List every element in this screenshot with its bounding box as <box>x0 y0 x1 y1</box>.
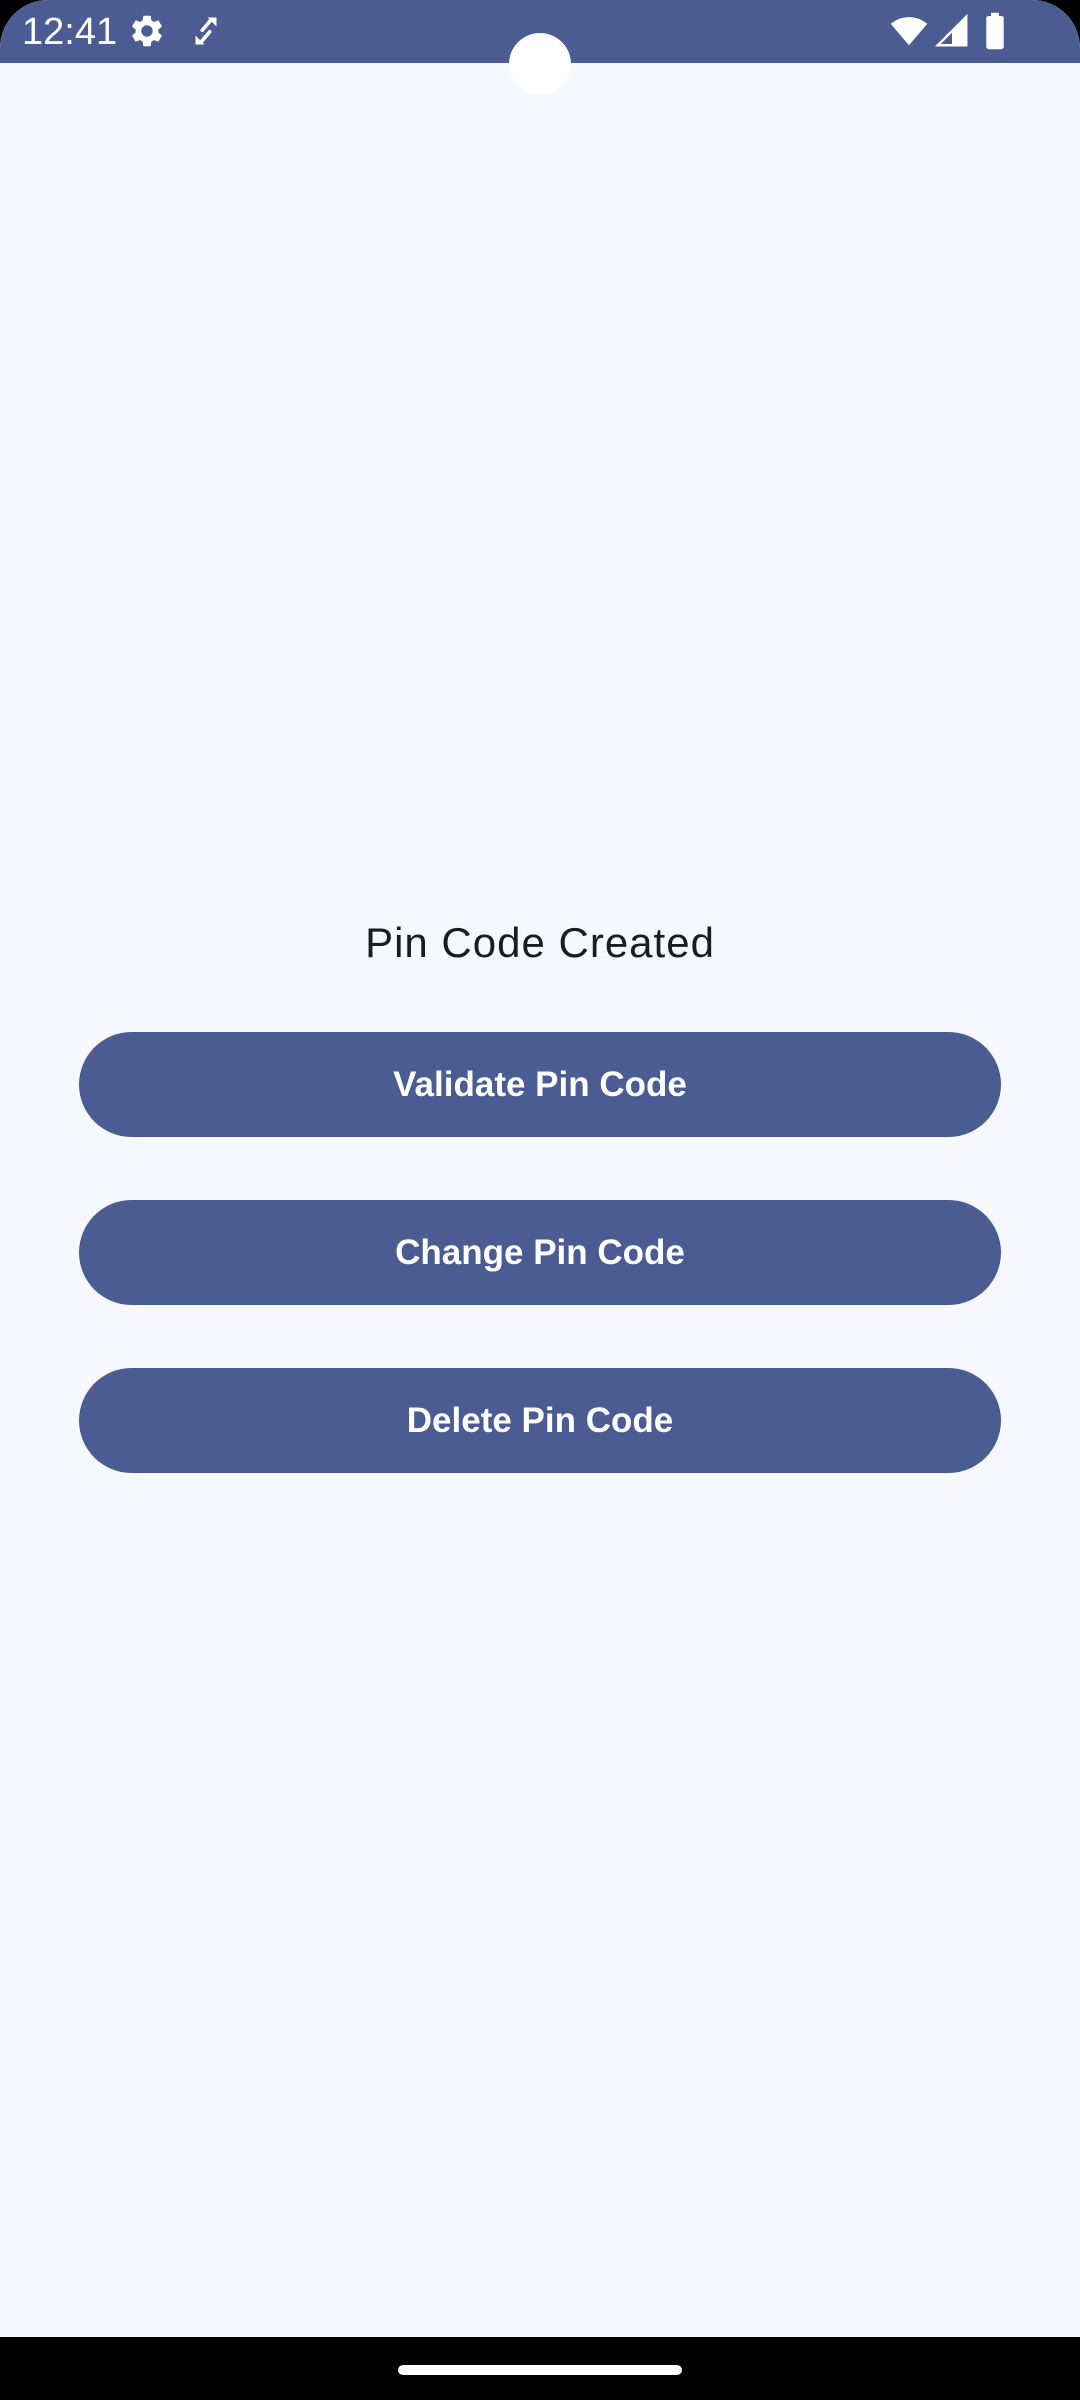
wifi-icon <box>888 12 930 50</box>
gear-icon <box>128 12 166 50</box>
main-content: Pin Code Created Validate Pin Code Chang… <box>0 63 1080 2337</box>
battery-icon <box>984 12 1006 50</box>
screen-rotate-icon <box>188 12 224 50</box>
app-screen: 12:41 Pin Code Created Validate Pin Code… <box>0 0 1080 2400</box>
validate-pin-code-button[interactable]: Validate Pin Code <box>79 1032 1001 1137</box>
page-title: Pin Code Created <box>365 919 715 966</box>
navigation-bar <box>0 2337 1080 2400</box>
status-time: 12:41 <box>22 11 118 53</box>
delete-pin-code-button[interactable]: Delete Pin Code <box>79 1368 1001 1473</box>
cellular-signal-icon <box>934 12 970 50</box>
change-pin-code-button[interactable]: Change Pin Code <box>79 1200 1001 1305</box>
home-indicator[interactable] <box>398 2365 682 2375</box>
